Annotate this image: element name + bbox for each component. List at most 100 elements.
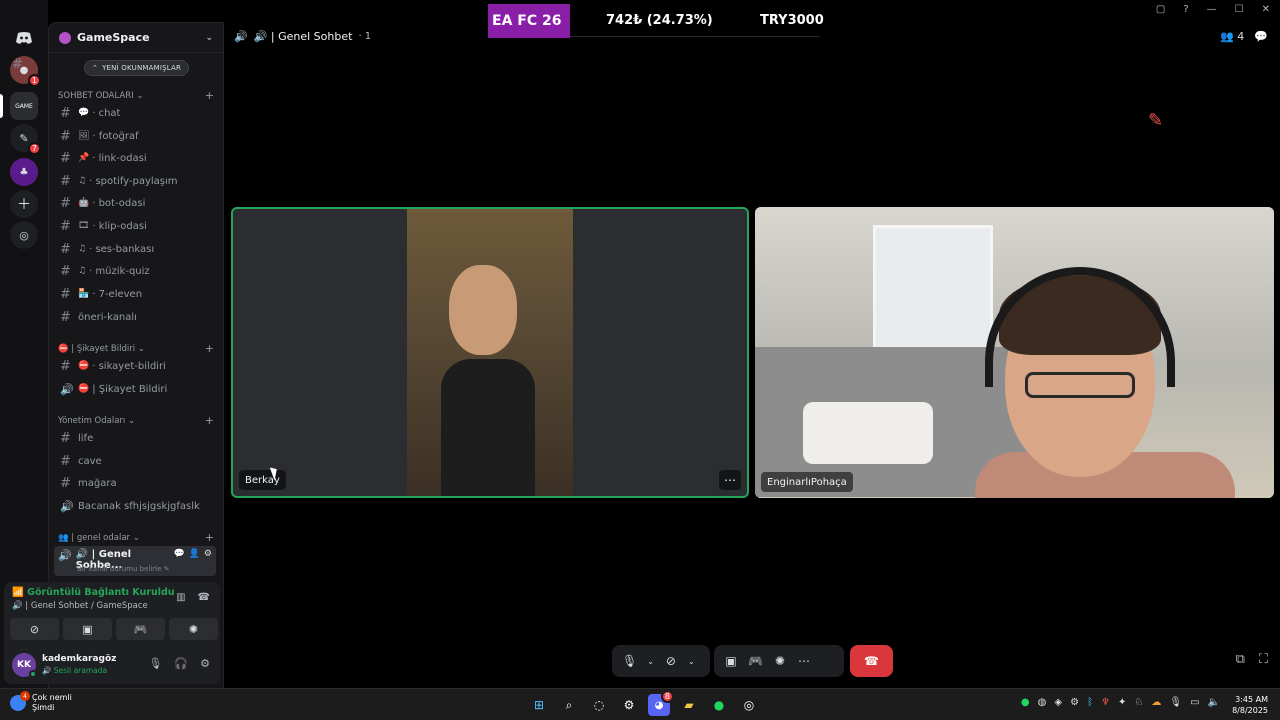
new-unreads-pill[interactable]: ⌃ YENİ OKUNMAMIŞLAR — [84, 60, 190, 76]
add-channel-icon[interactable]: + — [205, 342, 214, 355]
microphone-options-button[interactable]: ⌄ — [643, 648, 658, 674]
video-tile-berkay[interactable]: Berkay ⋯ — [231, 207, 749, 498]
category-yonetim[interactable]: Yönetim Odaları ⌄ + — [58, 414, 214, 427]
hash-icon: # — [60, 218, 71, 234]
search-button[interactable]: ⌕ — [558, 694, 580, 716]
channel-bot-odasi[interactable]: # 🤖 · bot-odasi — [56, 193, 218, 213]
channel-label: link-odasi — [98, 152, 147, 164]
tray-app-icon[interactable]: ◍ — [1038, 697, 1047, 708]
cloud-icon[interactable]: ☁ — [1151, 697, 1161, 708]
connection-status[interactable]: 📶 Görüntülü Bağlantı Kuruldu — [12, 587, 175, 598]
gear-icon[interactable]: ⚙ — [200, 657, 210, 670]
noise-suppression-icon[interactable]: ▥ — [176, 592, 185, 603]
category-sikayet[interactable]: ⛔ | Şikayet Bildiri ⌄ + — [58, 342, 214, 355]
participant-name-tag: Berkay — [239, 470, 286, 490]
channel-life[interactable]: # life — [56, 428, 218, 448]
channel-7-eleven[interactable]: # 🏪 · 7-eleven — [56, 284, 218, 304]
microphone-tray-icon[interactable]: 🎙 — [1169, 697, 1182, 708]
inbox-icon[interactable]: ▢ — [1156, 4, 1165, 15]
gear-icon[interactable]: ⚙ — [204, 549, 212, 559]
invite-icon[interactable]: 👤 — [189, 549, 200, 559]
taskbar-app-spotify[interactable]: ● — [708, 694, 730, 716]
taskbar-app-explorer[interactable]: ▰ — [678, 694, 700, 716]
voice-channel-sikayet[interactable]: 🔊 ⛔ | Şikayet Bildiri — [56, 379, 218, 399]
tray-app-icon[interactable]: ◈ — [1054, 697, 1062, 708]
minimize-icon[interactable]: — — [1207, 4, 1217, 15]
channel-sikayet-bildiri[interactable]: # ⛔ · sikayet-bildiri — [56, 356, 218, 376]
category-label: Yönetim Odaları — [58, 415, 126, 426]
camera-off-button[interactable]: ⊘ — [10, 618, 59, 640]
soundboard-button[interactable]: ✺ — [169, 618, 218, 640]
avatar[interactable]: KK — [12, 653, 37, 678]
members-button[interactable]: 👥 4 — [1220, 30, 1244, 43]
add-server-icon[interactable]: ＋ — [10, 190, 38, 218]
gamespace-server-icon[interactable]: GAME — [10, 92, 38, 120]
pop-out-icon[interactable]: ⧉ — [1236, 652, 1245, 667]
username[interactable]: kademkaragöz — [42, 654, 116, 664]
spotify-tray-icon[interactable]: ● — [1021, 697, 1030, 708]
channel-label: müzik-quiz — [95, 265, 150, 277]
camera-options-button[interactable]: ⌄ — [684, 648, 699, 674]
microphone-button[interactable]: 🎙 — [618, 648, 641, 674]
volume-icon[interactable]: 🔈 — [1208, 697, 1220, 708]
close-icon[interactable]: ✕ — [1262, 4, 1270, 15]
start-button[interactable]: ⊞ — [528, 694, 550, 716]
add-channel-icon[interactable]: + — [205, 531, 214, 544]
taskbar-app-circle[interactable]: ◌ — [588, 694, 610, 716]
screen-share-button[interactable]: ▣ — [720, 648, 742, 674]
guild-header[interactable]: GameSpace ⌄ — [49, 23, 223, 53]
channel-magara[interactable]: # mağara — [56, 473, 218, 493]
activity-button[interactable]: 🎮 — [116, 618, 165, 640]
taskbar-app-chrome[interactable]: ◎ — [738, 694, 760, 716]
chat-icon[interactable]: 💬 — [173, 549, 184, 559]
display-icon[interactable]: ▭ — [1190, 697, 1199, 708]
taskbar-app-discord[interactable]: ◕ 8 — [648, 690, 674, 716]
camera-button[interactable]: ⊘ — [660, 648, 682, 674]
channel-muzik-quiz[interactable]: # ♫ · müzik-quiz — [56, 261, 218, 281]
connection-channel[interactable]: 🔊 | Genel Sohbet / GameSpace — [12, 601, 148, 611]
headphones-icon[interactable]: 🎧 — [174, 657, 188, 670]
more-options-button[interactable]: ⋯ — [719, 470, 741, 490]
channel-chat[interactable]: # 💬 · chat — [56, 103, 218, 123]
leave-call-button[interactable]: ☎ — [850, 645, 893, 677]
tray-app-icon[interactable]: ♆ — [1101, 697, 1110, 708]
more-options-button[interactable]: ⋯ — [793, 648, 815, 674]
channel-status-hint[interactable]: Bir kanal durumu belirle ✎ — [77, 565, 170, 573]
chat-icon[interactable]: 💬 — [1254, 30, 1268, 43]
server-icon[interactable]: ✎ 7 — [10, 124, 41, 155]
purple-server-icon[interactable]: ♣ — [10, 158, 38, 186]
tray-app-icon[interactable]: ✦ — [1118, 697, 1126, 708]
channel-cave[interactable]: # cave — [56, 451, 218, 471]
soundboard-button[interactable]: ✺ — [769, 648, 791, 674]
bluetooth-icon[interactable]: ᛒ — [1087, 697, 1093, 708]
screen-share-button[interactable]: ▣ — [63, 618, 112, 640]
activity-button[interactable]: 🎮 — [744, 648, 767, 674]
channel-oneri-kanali[interactable]: # öneri-kanalı — [56, 307, 218, 327]
video-tile-enginarlipohaca[interactable]: EnginarlıPohaça — [755, 207, 1274, 498]
channel-spotify[interactable]: # ♫ · spotify-paylaşım — [56, 171, 218, 191]
disconnect-icon[interactable]: ☎ — [198, 592, 210, 603]
system-clock[interactable]: 3:45 AM 8/8/2025 — [1232, 694, 1268, 716]
channel-fotograf[interactable]: # 🖼 · fotoğraf — [56, 126, 218, 146]
add-channel-icon[interactable]: + — [205, 89, 214, 102]
microphone-icon[interactable]: 🎙 — [148, 657, 162, 670]
tray-app-icon[interactable]: ♘ — [1134, 697, 1143, 708]
channel-link-odasi[interactable]: # 📌 · link-odasi — [56, 148, 218, 168]
category-sohbet[interactable]: SOHBET ODALARI ⌄ + — [58, 89, 214, 102]
help-icon[interactable]: ? — [1183, 4, 1188, 15]
voice-channel-bacanak[interactable]: 🔊 Bacanak sfhjsjgskjgfaslk — [56, 496, 218, 516]
add-channel-icon[interactable]: + — [205, 414, 214, 427]
maximize-icon[interactable]: ☐ — [1235, 4, 1244, 15]
channel-ses-bankasi[interactable]: # ♫ · ses-bankası — [56, 239, 218, 259]
discord-logo-icon[interactable] — [10, 24, 38, 52]
member-count: 4 — [1237, 30, 1245, 43]
category-genel[interactable]: 👥 | genel odalar ⌄ + — [58, 531, 214, 544]
taskbar-app-steam[interactable]: ⚙ — [618, 694, 640, 716]
steam-tray-icon[interactable]: ⚙ — [1070, 697, 1079, 708]
weather-widget[interactable]: 4 Çok nemli Şimdi — [10, 691, 72, 713]
channel-klip-odasi[interactable]: # 🎞 · klip-odasi — [56, 216, 218, 236]
explore-icon[interactable]: ◎ — [10, 221, 38, 249]
speaker-icon: 🔊 — [234, 30, 248, 43]
fullscreen-icon[interactable]: ⛶ — [1259, 652, 1268, 667]
header-channel-name[interactable]: 🔊 | Genel Sohbet — [254, 30, 353, 43]
